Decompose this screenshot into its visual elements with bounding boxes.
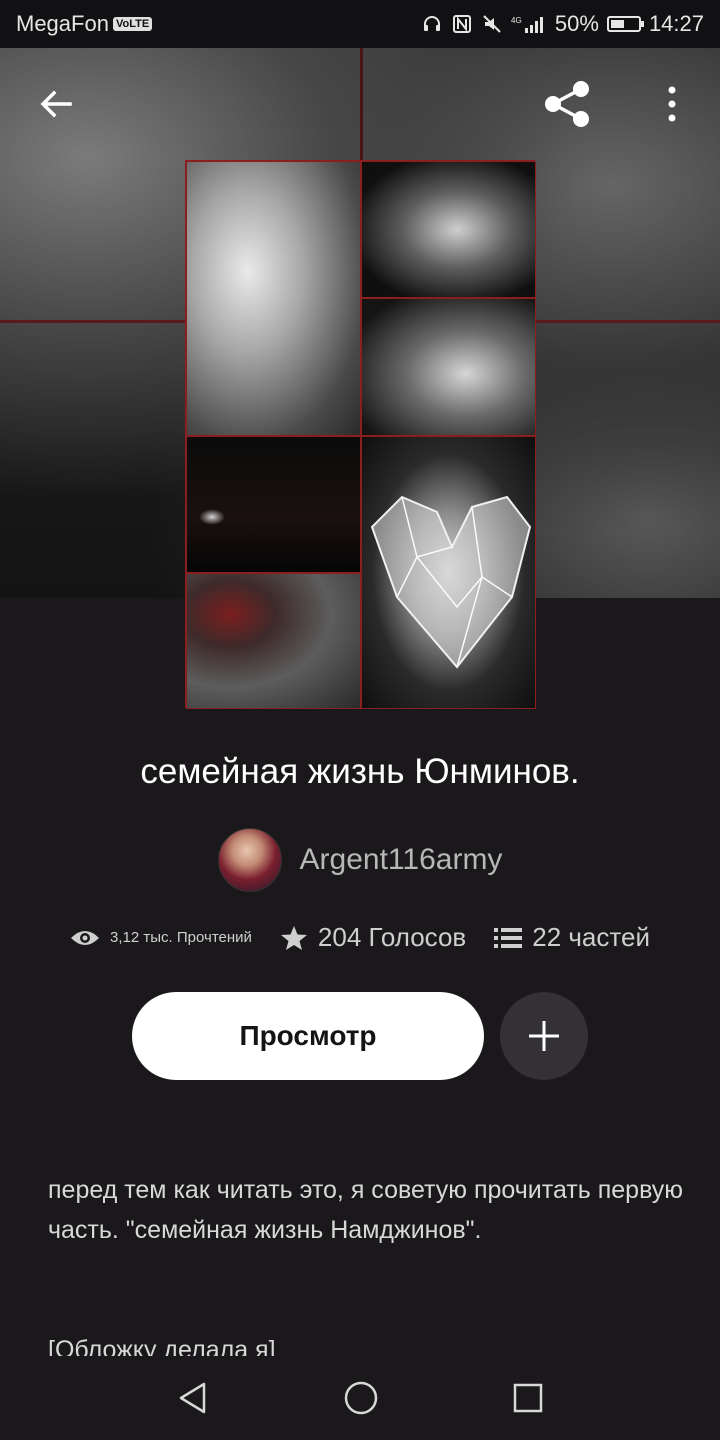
cover-tile [361, 161, 536, 298]
back-button[interactable] [24, 72, 88, 136]
headphones-icon [421, 13, 443, 35]
signal-icon: 4G [511, 13, 547, 35]
description-paragraph: перед тем как читать это, я советую проч… [48, 1176, 684, 1244]
plus-icon [529, 1021, 559, 1051]
story-title: семейная жизнь Юнминов. [140, 752, 580, 791]
clock: 14:27 [648, 11, 704, 36]
broken-heart-graphic [370, 495, 532, 669]
votes-count: 204 Голосов [317, 922, 467, 952]
add-to-library-button[interactable] [500, 992, 588, 1080]
list-icon [494, 927, 523, 948]
parts-count: 22 частей [532, 922, 650, 952]
star-icon [280, 925, 307, 950]
system-nav-bar [0, 1356, 720, 1440]
network-type-label: 4G [511, 16, 522, 25]
cover-tile [361, 436, 536, 709]
more-vertical-icon [668, 86, 676, 122]
carrier-name: MegaFon [16, 11, 109, 36]
battery-percent: 50% [554, 11, 599, 36]
status-bar: MegaFon VoLTE 4G 50% 14:27 [0, 0, 720, 48]
volte-badge: VoLTE [112, 17, 153, 31]
status-icons: 4G 50% 14:27 [421, 11, 704, 37]
battery-level [610, 20, 624, 28]
view-button[interactable]: Просмотр [132, 992, 484, 1080]
votes-stat: 204 Голосов [280, 922, 466, 953]
mute-icon [481, 13, 503, 35]
share-button[interactable] [535, 72, 599, 136]
story-description: перед тем как читать это, я советую проч… [48, 1170, 688, 1370]
cover-tile [186, 436, 361, 573]
cover-tile [186, 161, 361, 436]
author-row[interactable]: Argent116army [0, 828, 720, 892]
eye-icon [71, 930, 100, 945]
share-icon [545, 81, 589, 127]
carrier-group: MegaFon VoLTE [16, 11, 153, 37]
author-avatar[interactable] [217, 828, 282, 892]
author-name[interactable]: Argent116army [300, 843, 503, 877]
home-circle-icon[interactable] [343, 1380, 379, 1416]
more-options-button[interactable] [640, 72, 704, 136]
story-stats: 3,12 тыс. Прочтений 204 Голосов 22 часте… [0, 922, 720, 953]
battery-icon [606, 16, 644, 32]
back-arrow-icon [40, 90, 72, 118]
cover-tile [361, 298, 536, 436]
story-cover[interactable] [185, 160, 536, 709]
reads-stat: 3,12 тыс. Прочтений [70, 928, 252, 948]
reads-count: 3,12 тыс. Прочтений [110, 929, 252, 946]
nfc-icon [451, 13, 473, 35]
parts-stat: 22 частей [494, 922, 650, 953]
recents-square-icon[interactable] [512, 1382, 544, 1414]
cover-tile [186, 573, 361, 709]
back-triangle-icon[interactable] [176, 1381, 210, 1415]
